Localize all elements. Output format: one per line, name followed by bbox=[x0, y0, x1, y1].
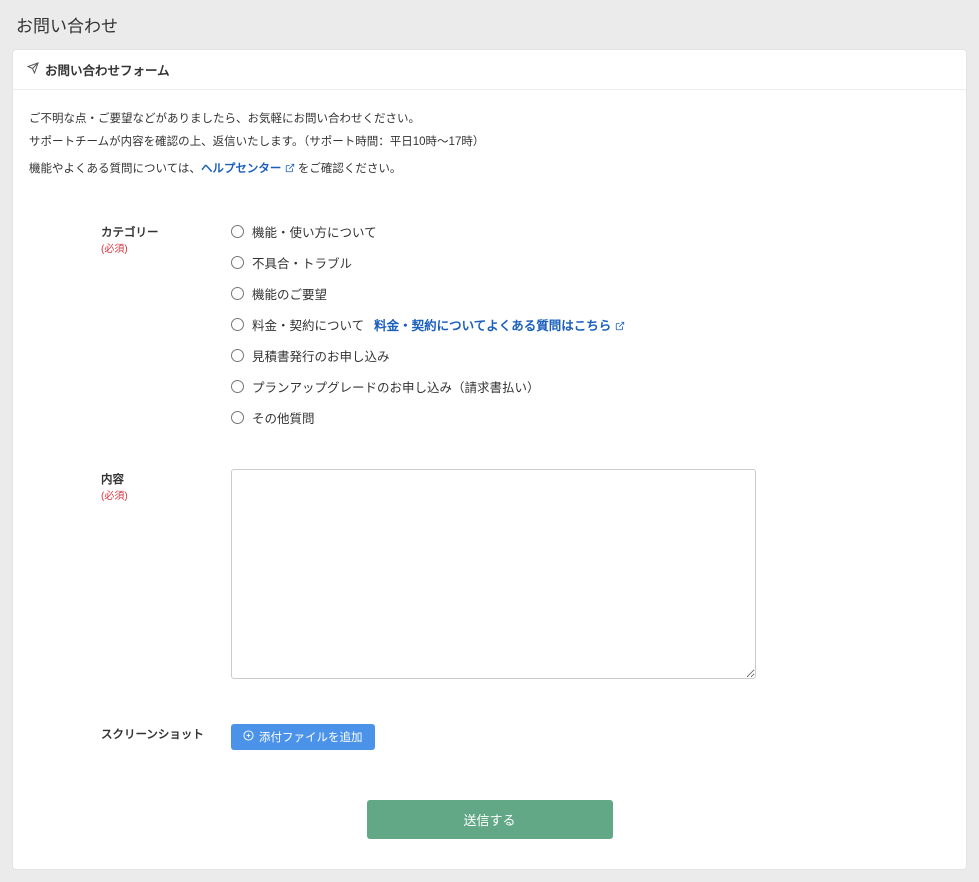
category-option-label: プランアップグレードのお申し込み（請求書払い） bbox=[252, 377, 540, 396]
attach-file-button[interactable]: 添付ファイルを追加 bbox=[231, 724, 375, 750]
category-option[interactable]: プランアップグレードのお申し込み（請求書払い） bbox=[231, 377, 878, 396]
category-option[interactable]: 機能・使い方について bbox=[231, 222, 878, 241]
external-link-icon bbox=[615, 320, 625, 334]
category-option-label: 機能・使い方について bbox=[252, 222, 377, 241]
category-radio[interactable] bbox=[231, 411, 244, 424]
category-option[interactable]: その他質問 bbox=[231, 408, 878, 427]
submit-row: 送信する bbox=[29, 800, 950, 839]
help-center-link[interactable]: ヘルプセンター bbox=[201, 163, 295, 175]
form-row-content: 内容 (必須) bbox=[29, 469, 950, 682]
category-radio[interactable] bbox=[231, 380, 244, 393]
category-option[interactable]: 不具合・トラブル bbox=[231, 253, 878, 272]
intro-line3b: をご確認ください。 bbox=[295, 163, 402, 175]
category-option[interactable]: 料金・契約について 料金・契約についてよくある質問はこちら bbox=[231, 315, 878, 334]
billing-faq-link[interactable]: 料金・契約についてよくある質問はこちら bbox=[374, 315, 625, 334]
screenshot-label: スクリーンショット bbox=[101, 726, 231, 742]
form-row-category: カテゴリー (必須) 機能・使い方について 不具合・トラブル 機能のご要望 bbox=[29, 222, 950, 427]
paper-plane-icon bbox=[27, 62, 39, 77]
required-badge: (必須) bbox=[101, 491, 128, 502]
content-label-col: 内容 (必須) bbox=[101, 469, 231, 502]
category-option-label: 不具合・トラブル bbox=[252, 253, 352, 272]
contact-card: お問い合わせフォーム ご不明な点・ご要望などがありましたら、お気軽にお問い合わせ… bbox=[12, 49, 967, 870]
intro-help: 機能やよくある質問については、ヘルプセンター をご確認ください。 bbox=[29, 158, 950, 182]
content-label: 内容 bbox=[101, 471, 231, 487]
category-options: 機能・使い方について 不具合・トラブル 機能のご要望 料金・契約について 料金・… bbox=[231, 222, 878, 427]
category-radio[interactable] bbox=[231, 256, 244, 269]
required-badge: (必須) bbox=[101, 244, 128, 255]
card-body: ご不明な点・ご要望などがありましたら、お気軽にお問い合わせください。 サポートチ… bbox=[13, 90, 966, 869]
category-label: カテゴリー bbox=[101, 224, 231, 240]
intro-text: ご不明な点・ご要望などがありましたら、お気軽にお問い合わせください。 サポートチ… bbox=[29, 108, 950, 154]
category-radio[interactable] bbox=[231, 287, 244, 300]
category-option-label: 見積書発行のお申し込み bbox=[252, 346, 390, 365]
content-textarea[interactable] bbox=[231, 469, 756, 679]
card-header-title: お問い合わせフォーム bbox=[45, 60, 170, 79]
plus-circle-icon bbox=[243, 730, 254, 744]
card-header: お問い合わせフォーム bbox=[13, 50, 966, 90]
category-radio[interactable] bbox=[231, 318, 244, 331]
category-option[interactable]: 見積書発行のお申し込み bbox=[231, 346, 878, 365]
intro-line3a: 機能やよくある質問については、 bbox=[29, 163, 201, 175]
page-title: お問い合わせ bbox=[12, 12, 967, 37]
screenshot-input-col: 添付ファイルを追加 bbox=[231, 724, 878, 750]
intro-line1: ご不明な点・ご要望などがありましたら、お気軽にお問い合わせください。 bbox=[29, 113, 420, 125]
category-radio[interactable] bbox=[231, 225, 244, 238]
category-label-col: カテゴリー (必須) bbox=[101, 222, 231, 255]
billing-faq-link-text: 料金・契約についてよくある質問はこちら bbox=[374, 319, 611, 333]
external-link-icon bbox=[285, 159, 295, 182]
content-input-col bbox=[231, 469, 878, 682]
screenshot-label-col: スクリーンショット bbox=[101, 724, 231, 742]
category-radio[interactable] bbox=[231, 349, 244, 362]
submit-button[interactable]: 送信する bbox=[367, 800, 613, 839]
category-option[interactable]: 機能のご要望 bbox=[231, 284, 878, 303]
category-option-label: 機能のご要望 bbox=[252, 284, 327, 303]
attach-button-label: 添付ファイルを追加 bbox=[259, 729, 363, 745]
help-center-link-text: ヘルプセンター bbox=[201, 163, 282, 175]
category-option-label: 料金・契約について bbox=[252, 315, 364, 334]
form-row-screenshot: スクリーンショット 添付ファイルを追加 bbox=[29, 724, 950, 750]
category-option-label: その他質問 bbox=[252, 408, 315, 427]
intro-line2: サポートチームが内容を確認の上、返信いたします。（サポート時間：平日10時〜17… bbox=[29, 136, 484, 148]
